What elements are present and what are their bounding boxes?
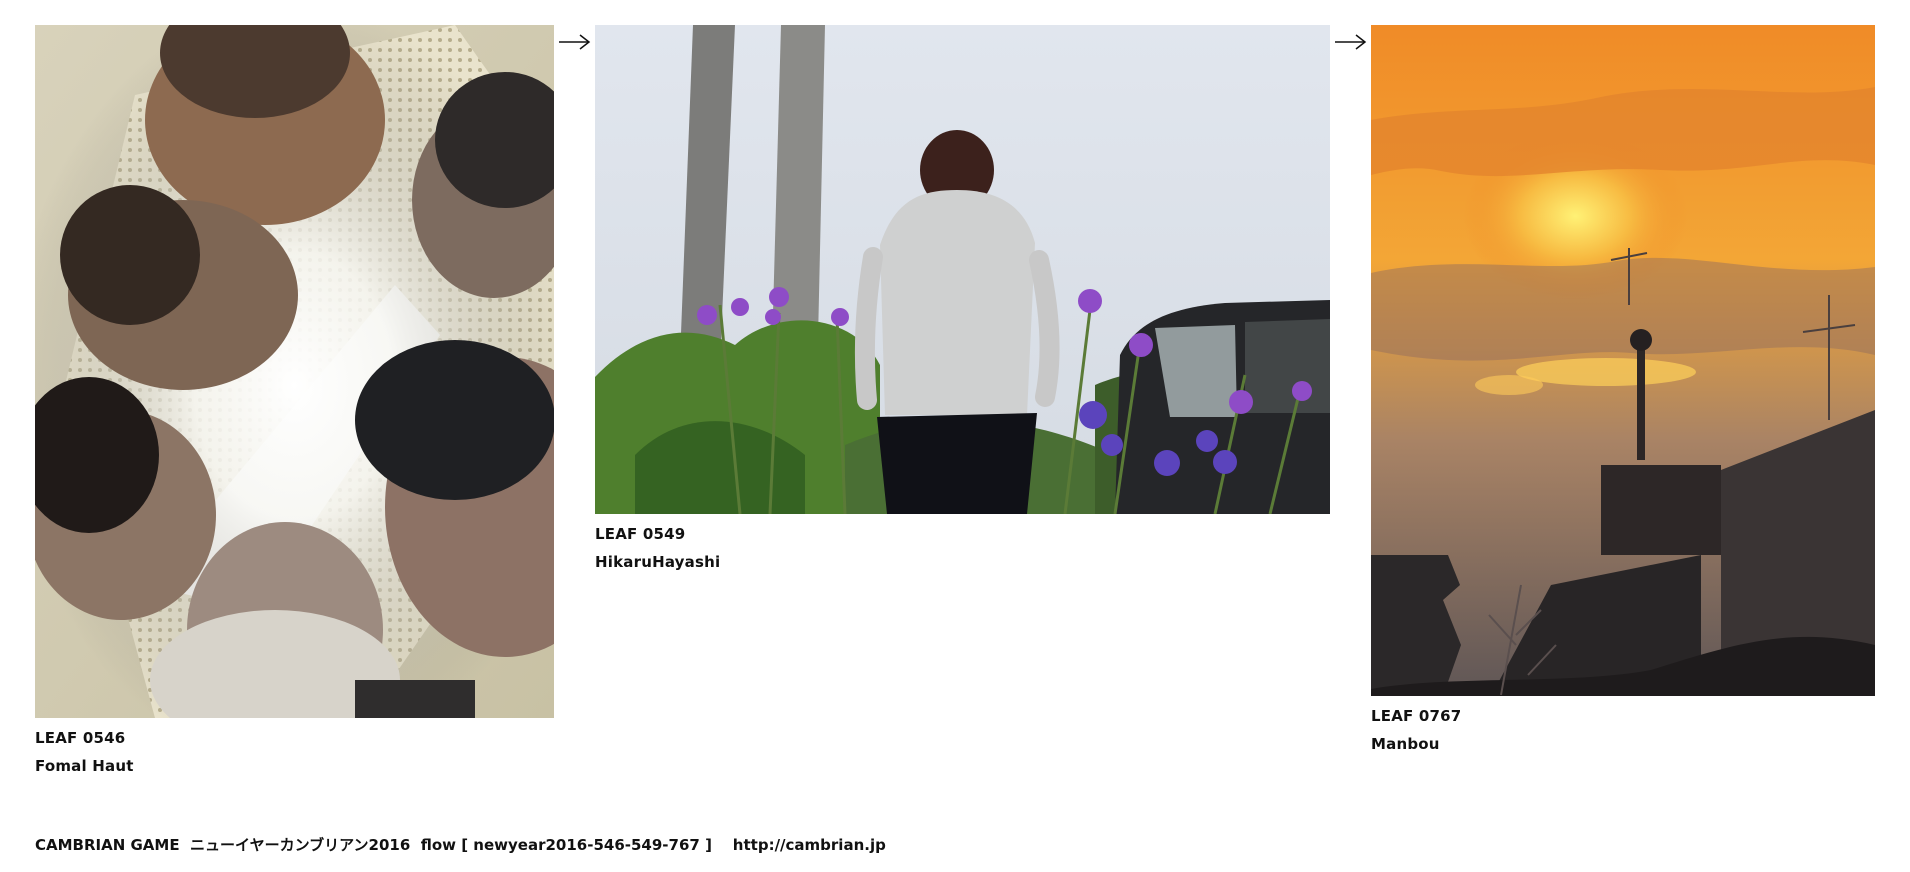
leaf-label-0767: LEAF 0767 xyxy=(1371,707,1462,725)
photo-illustration-faces xyxy=(35,25,554,718)
photo-illustration-flowers xyxy=(595,25,1330,514)
photo-leaf-0546[interactable] xyxy=(35,25,554,718)
right-arrow-icon xyxy=(1334,33,1368,51)
photo-leaf-0549[interactable] xyxy=(595,25,1330,514)
leaf-label-0546: LEAF 0546 xyxy=(35,729,126,747)
footer-credit-text: CAMBRIAN GAME ニューイヤーカンブリアン2016 flow [ ne… xyxy=(35,836,886,854)
author-name-hikaru-hayashi[interactable]: HikaruHayashi xyxy=(595,555,720,570)
photo-leaf-0767[interactable] xyxy=(1371,25,1875,696)
author-name-fomal-haut[interactable]: Fomal Haut xyxy=(35,759,134,774)
right-arrow-icon xyxy=(558,33,592,51)
author-name-manbou[interactable]: Manbou xyxy=(1371,737,1440,752)
leaf-label-0549: LEAF 0549 xyxy=(595,525,686,543)
photo-illustration-sunset xyxy=(1371,25,1875,696)
